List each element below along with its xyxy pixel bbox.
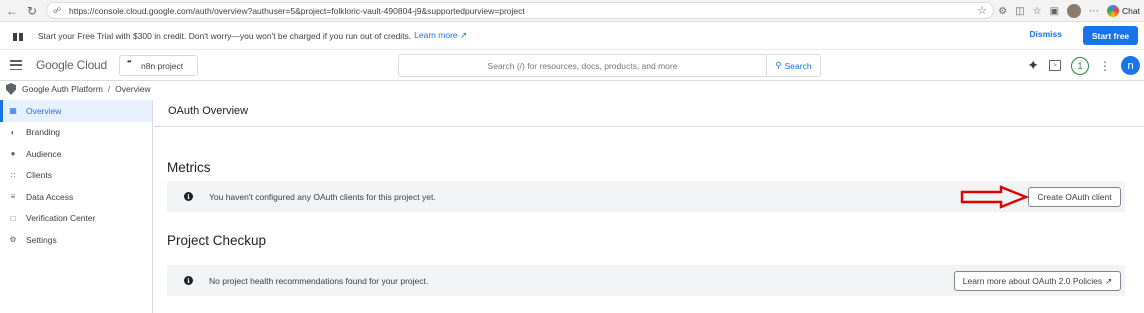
sidebar-item-overview[interactable]: ▦ Overview — [0, 100, 152, 122]
gemini-sparkle-icon[interactable]: ✦ — [1027, 57, 1039, 74]
person-icon: ● — [10, 149, 16, 159]
sidebar-item-label: Data Access — [26, 191, 74, 202]
logo-cloud: Cloud — [76, 58, 108, 72]
page-title: OAuth Overview — [168, 105, 249, 117]
site-info-icon[interactable]: ☍ — [53, 6, 63, 16]
bookmark-star-icon[interactable]: ☆ — [977, 4, 987, 17]
oauth-policies-button[interactable]: Learn more about OAuth 2.0 Policies ↗ — [954, 271, 1121, 291]
address-bar[interactable]: ☍ https://console.cloud.google.com/auth/… — [46, 2, 994, 19]
copilot-chat-button[interactable]: Chat — [1107, 5, 1140, 17]
info-icon: i — [184, 276, 193, 285]
project-checkup-heading: Project Checkup — [167, 233, 267, 248]
external-link-icon: ↗ — [1105, 275, 1113, 286]
sidebar: ▦ Overview ◐ Branding ● Audience ∷ Clien… — [0, 100, 153, 313]
learn-more-label: Learn more — [414, 30, 458, 40]
search-button[interactable]: ⚲ Search — [766, 55, 820, 76]
search-button-label: Search — [784, 60, 812, 71]
info-icon: i — [184, 192, 193, 201]
apps-icon: ∷ — [10, 170, 16, 180]
search-bar: ⚲ Search — [398, 54, 821, 77]
oauth-policies-label: Learn more about OAuth 2.0 Policies — [962, 276, 1103, 286]
filter-list-icon: ≡ — [10, 192, 16, 202]
free-trial-banner: Start your Free Trial with $300 in credi… — [0, 22, 1144, 50]
page-header: OAuth Overview — [154, 97, 1144, 127]
sidebar-item-branding[interactable]: ◐ Branding — [0, 122, 152, 144]
back-icon[interactable]: ← — [2, 1, 22, 21]
sidebar-item-verification-center[interactable]: □ Verification Center — [0, 208, 152, 230]
header-actions: ✦ > 1 ⋮ n — [1027, 55, 1140, 76]
favorites-icon[interactable]: ☆ — [1033, 6, 1042, 17]
browser-toolbar: ← ↻ ☍ https://console.cloud.google.com/a… — [0, 0, 1144, 22]
breadcrumb: Google Auth Platform / Overview — [0, 81, 1144, 97]
create-oauth-client-button[interactable]: Create OAuth client — [1028, 187, 1121, 207]
search-icon: ⚲ — [775, 60, 782, 70]
metrics-notice-text: You haven't configured any OAuth clients… — [209, 191, 436, 202]
breadcrumb-root[interactable]: Google Auth Platform — [22, 84, 103, 94]
start-free-button[interactable]: Start free — [1083, 26, 1138, 45]
external-link-icon: ↗ — [460, 30, 468, 40]
main-menu-icon[interactable] — [10, 60, 22, 70]
verified-icon: □ — [10, 213, 16, 223]
collections-icon[interactable]: ▣ — [1050, 6, 1059, 17]
banner-text: Start your Free Trial with $300 in credi… — [38, 30, 412, 41]
more-options-icon[interactable]: ⋮ — [1099, 59, 1111, 73]
metrics-heading: Metrics — [167, 160, 211, 175]
grid-icon: ▦ — [9, 106, 17, 116]
project-name: n8n project — [141, 60, 184, 71]
dismiss-button[interactable]: Dismiss — [1029, 29, 1062, 39]
copilot-icon — [1107, 5, 1120, 17]
sidebar-item-label: Verification Center — [26, 213, 96, 224]
sidebar-item-settings[interactable]: ⚙ Settings — [0, 229, 152, 251]
split-screen-icon[interactable]: ◫ — [1015, 6, 1024, 17]
palette-icon: ◐ — [10, 127, 16, 137]
account-avatar[interactable]: n — [1121, 56, 1140, 75]
console-header: Google Cloud n8n project ⚲ Search ✦ > 1 … — [0, 50, 1144, 81]
main-content: OAuth Overview Metrics i You haven't con… — [154, 97, 1144, 313]
gear-icon: ⚙ — [9, 235, 17, 245]
sidebar-item-label: Overview — [26, 105, 62, 116]
sidebar-item-label: Branding — [26, 127, 61, 138]
reload-icon[interactable]: ↻ — [22, 1, 42, 21]
breadcrumb-current: Overview — [115, 84, 151, 94]
logo-google: Google — [36, 58, 74, 72]
learn-more-link[interactable]: Learn more ↗ — [414, 30, 467, 41]
gift-icon — [12, 30, 24, 42]
sidebar-item-label: Clients — [26, 170, 52, 181]
browser-profile-avatar[interactable] — [1067, 4, 1082, 18]
sidebar-item-data-access[interactable]: ≡ Data Access — [0, 186, 152, 208]
shield-icon — [6, 83, 16, 95]
annotation-arrow — [960, 185, 1029, 209]
notifications-badge[interactable]: 1 — [1071, 56, 1089, 75]
chat-label: Chat — [1122, 6, 1140, 16]
sidebar-item-label: Settings — [26, 234, 57, 245]
sidebar-item-clients[interactable]: ∷ Clients — [0, 165, 152, 187]
project-picker[interactable]: n8n project — [119, 55, 198, 76]
browser-extensions: ⚙ ◫ ☆ ▣ ⋯ Chat — [998, 2, 1140, 20]
sidebar-item-audience[interactable]: ● Audience — [0, 143, 152, 165]
project-icon — [127, 57, 135, 69]
url-text: https://console.cloud.google.com/auth/ov… — [69, 5, 525, 16]
breadcrumb-separator: / — [107, 84, 111, 94]
google-cloud-logo[interactable]: Google Cloud — [36, 58, 107, 72]
browser-menu-icon[interactable]: ⋯ — [1089, 6, 1099, 17]
search-input[interactable] — [399, 55, 766, 76]
checkup-notice-text: No project health recommendations found … — [209, 275, 429, 286]
extension-icon[interactable]: ⚙ — [998, 6, 1007, 17]
cloud-shell-icon[interactable]: > — [1049, 60, 1061, 71]
sidebar-item-label: Audience — [26, 148, 62, 159]
